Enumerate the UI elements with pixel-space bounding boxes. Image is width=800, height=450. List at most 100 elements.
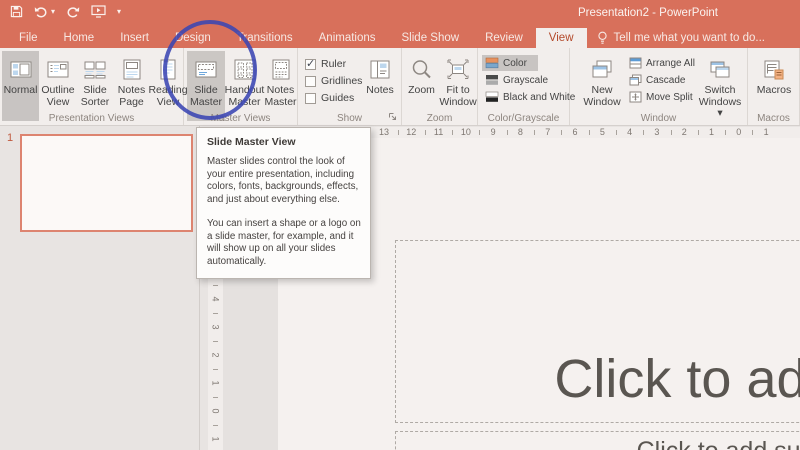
- tooltip-title: Slide Master View: [207, 136, 296, 148]
- undo-icon[interactable]: ▾: [34, 6, 55, 18]
- slide-thumbnail[interactable]: [20, 134, 193, 232]
- slide-sorter-icon: [83, 55, 107, 85]
- undo-dropdown-caret[interactable]: ▾: [51, 7, 55, 16]
- tell-me-box[interactable]: Tell me what you want to do...: [597, 28, 766, 48]
- switch-windows-button[interactable]: Switch Windows ▾: [696, 51, 744, 121]
- ruler-tick-label: 13: [370, 127, 397, 138]
- slide-thumbnail-panel: 1: [0, 126, 200, 450]
- ruler-tick-label: 12: [397, 127, 425, 138]
- ruler-tick-label: 3: [208, 313, 223, 341]
- notes-button[interactable]: Notes: [362, 51, 398, 121]
- normal-view-icon: [9, 55, 33, 85]
- move-split-icon: [629, 91, 642, 103]
- grayscale-icon: [485, 74, 499, 86]
- ruler-tick-label: 4: [615, 127, 643, 138]
- start-slideshow-icon[interactable]: [91, 5, 106, 18]
- notes-master-button[interactable]: Notes Master: [264, 51, 297, 121]
- group-color-grayscale: Color Grayscale Black and White Color/Gr…: [478, 48, 575, 125]
- group-label-presentation-views: Presentation Views: [48, 113, 135, 124]
- ruler-tick-label: 0: [725, 127, 752, 138]
- outline-view-button[interactable]: Outline View: [40, 51, 76, 121]
- guides-checkbox-row[interactable]: Guides: [305, 91, 354, 105]
- ribbon-tab[interactable]: Home: [51, 28, 108, 48]
- grayscale-button[interactable]: Grayscale: [482, 72, 551, 88]
- ruler-tick-label: 2: [208, 341, 223, 369]
- ruler-checkbox-row[interactable]: Ruler: [305, 57, 346, 71]
- outline-view-icon: [46, 55, 70, 85]
- new-window-button[interactable]: New Window: [582, 51, 622, 121]
- ruler-checkbox[interactable]: [305, 57, 316, 70]
- ruler-tick-label: 9: [479, 127, 506, 138]
- subtitle-placeholder[interactable]: Click to add subtitle: [395, 431, 800, 450]
- new-window-icon: [590, 55, 614, 85]
- ribbon-tab[interactable]: Insert: [107, 28, 162, 48]
- ribbon-tab[interactable]: File: [6, 28, 51, 48]
- normal-view-button[interactable]: Normal: [2, 51, 39, 121]
- slide-master-icon: [194, 55, 218, 85]
- color-button[interactable]: Color: [482, 55, 538, 71]
- slide-sorter-button[interactable]: Slide Sorter: [77, 51, 113, 121]
- group-show: Ruler Gridlines Guides Notes Show: [298, 48, 402, 125]
- ribbon-tab[interactable]: Review: [472, 28, 536, 48]
- quick-access-toolbar: ▾ ▾: [10, 5, 121, 18]
- group-label-macros: Macros: [757, 113, 790, 124]
- switch-windows-icon: [708, 55, 732, 85]
- title-placeholder-text: Click to add title: [554, 349, 800, 409]
- ruler-tick-label: 10: [452, 127, 479, 138]
- slide-master-button[interactable]: Slide Master: [187, 51, 225, 121]
- reading-view-button[interactable]: Reading View: [148, 51, 188, 121]
- ribbon-tab[interactable]: Design: [162, 28, 224, 48]
- ribbon-tab[interactable]: Slide Show: [389, 28, 473, 48]
- handout-master-icon: [233, 55, 257, 85]
- cascade-icon: [629, 74, 642, 86]
- cascade-button[interactable]: Cascade: [626, 72, 688, 88]
- group-label-zoom: Zoom: [426, 113, 453, 124]
- customize-qat-caret[interactable]: ▾: [117, 7, 121, 16]
- save-icon[interactable]: [10, 5, 23, 18]
- slide-number: 1: [7, 132, 14, 144]
- ruler-tick-label: 1: [697, 127, 725, 138]
- color-icon: [485, 57, 499, 69]
- move-split-button[interactable]: Move Split: [626, 89, 696, 105]
- group-label-show: Show: [336, 113, 362, 124]
- black-and-white-button[interactable]: Black and White: [482, 89, 578, 105]
- ruler-tick-label: 8: [506, 127, 534, 138]
- zoom-button[interactable]: Zoom: [405, 51, 438, 121]
- handout-master-button[interactable]: Handout Master: [225, 51, 264, 121]
- ribbon: Normal Outline View Slide Sorter Notes P…: [0, 48, 800, 126]
- macros-icon: [762, 55, 786, 85]
- arrange-all-button[interactable]: Arrange All: [626, 55, 698, 71]
- ruler-tick-label: 4: [208, 285, 223, 313]
- notes-page-icon: [120, 55, 144, 85]
- group-label-window: Window: [640, 113, 677, 124]
- group-label-master-views: Master Views: [210, 113, 271, 124]
- ruler-tick-label: 5: [588, 127, 616, 138]
- reading-view-icon: [156, 55, 180, 85]
- ribbon-tab[interactable]: View: [535, 28, 587, 48]
- tell-me-label: Tell me what you want to do...: [613, 32, 766, 44]
- ruler-tick-label: 11: [424, 127, 452, 138]
- title-placeholder[interactable]: Click to add title: [395, 240, 800, 423]
- macros-button[interactable]: Macros: [754, 51, 794, 121]
- slide-master-tooltip: Slide Master View Master slides control …: [196, 127, 371, 279]
- group-presentation-views: Normal Outline View Slide Sorter Notes P…: [0, 48, 188, 125]
- zoom-icon: [410, 55, 434, 85]
- arrange-all-icon: [629, 57, 642, 69]
- subtitle-placeholder-text: Click to add subtitle: [396, 437, 800, 450]
- ribbon-tab[interactable]: Animations: [306, 28, 389, 48]
- group-label-color-grayscale: Color/Grayscale: [487, 113, 560, 124]
- redo-icon[interactable]: [66, 6, 80, 18]
- ruler-tick-label: 3: [643, 127, 670, 138]
- notes-page-button[interactable]: Notes Page: [114, 51, 149, 121]
- group-window: New Window Arrange All Cascade Move Spli…: [570, 48, 748, 125]
- ruler-tick-label: 6: [561, 127, 588, 138]
- ribbon-tab-bar: File Home Insert Design Transitions Animation…: [0, 28, 800, 48]
- ribbon-tab[interactable]: Transitions: [224, 28, 306, 48]
- gridlines-checkbox[interactable]: [305, 75, 316, 87]
- ruler-tick-label: 2: [670, 127, 698, 138]
- gridlines-checkbox-row[interactable]: Gridlines: [305, 74, 362, 88]
- group-master-views: Slide Master Handout Master Notes Master…: [184, 48, 298, 125]
- tooltip-body-1: Master slides control the look of your e…: [207, 156, 359, 205]
- fit-to-window-button[interactable]: Fit to Window: [439, 51, 477, 121]
- guides-checkbox[interactable]: [305, 92, 316, 104]
